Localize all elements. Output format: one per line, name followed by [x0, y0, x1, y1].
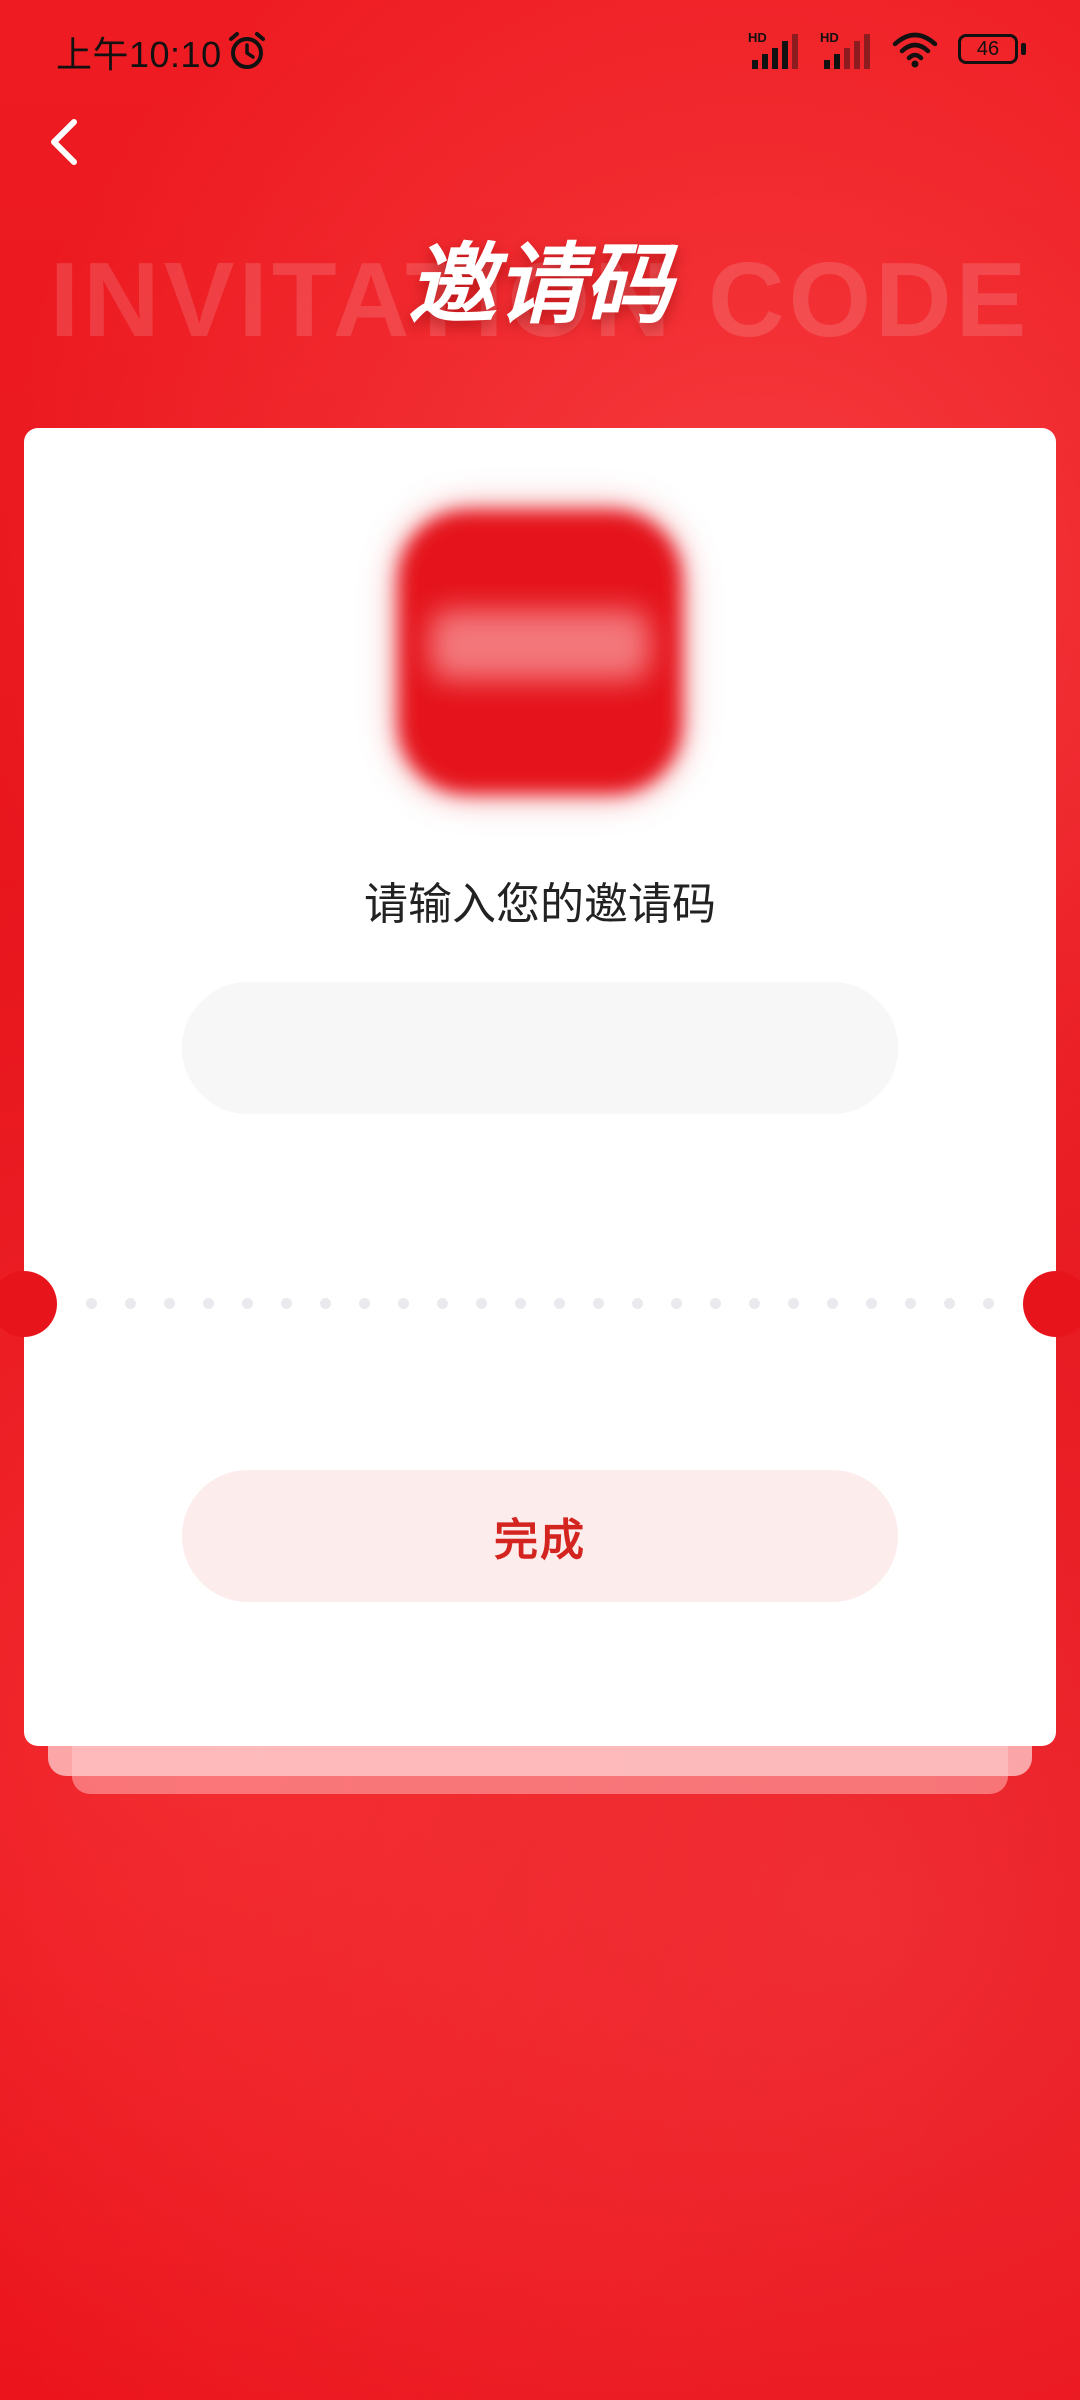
- dotted-divider: [86, 1297, 994, 1309]
- signal-hd-label: HD: [748, 30, 767, 45]
- signal-hd-label: HD: [820, 30, 839, 45]
- status-bar: 上午10:10 HD HD 46: [0, 0, 1080, 100]
- back-button[interactable]: [34, 104, 94, 180]
- signal-icon: HD: [820, 30, 870, 69]
- signal-icon: HD: [748, 30, 798, 69]
- page-title: 邀请码: [407, 232, 672, 336]
- battery-icon: 46: [958, 34, 1026, 66]
- battery-level: 46: [958, 34, 1018, 64]
- wifi-icon: [892, 32, 938, 68]
- invitation-prompt: 请输入您的邀请码: [364, 879, 716, 930]
- status-time: 上午10:10: [56, 34, 222, 75]
- chevron-left-icon: [51, 119, 77, 165]
- invitation-code-input[interactable]: [182, 982, 898, 1114]
- done-button[interactable]: 完成: [182, 1470, 898, 1602]
- ticket-notch-right: [1023, 1271, 1080, 1337]
- app-logo-mark: [430, 610, 650, 680]
- status-icons: HD HD 46: [748, 26, 1026, 74]
- alarm-icon: [229, 32, 265, 69]
